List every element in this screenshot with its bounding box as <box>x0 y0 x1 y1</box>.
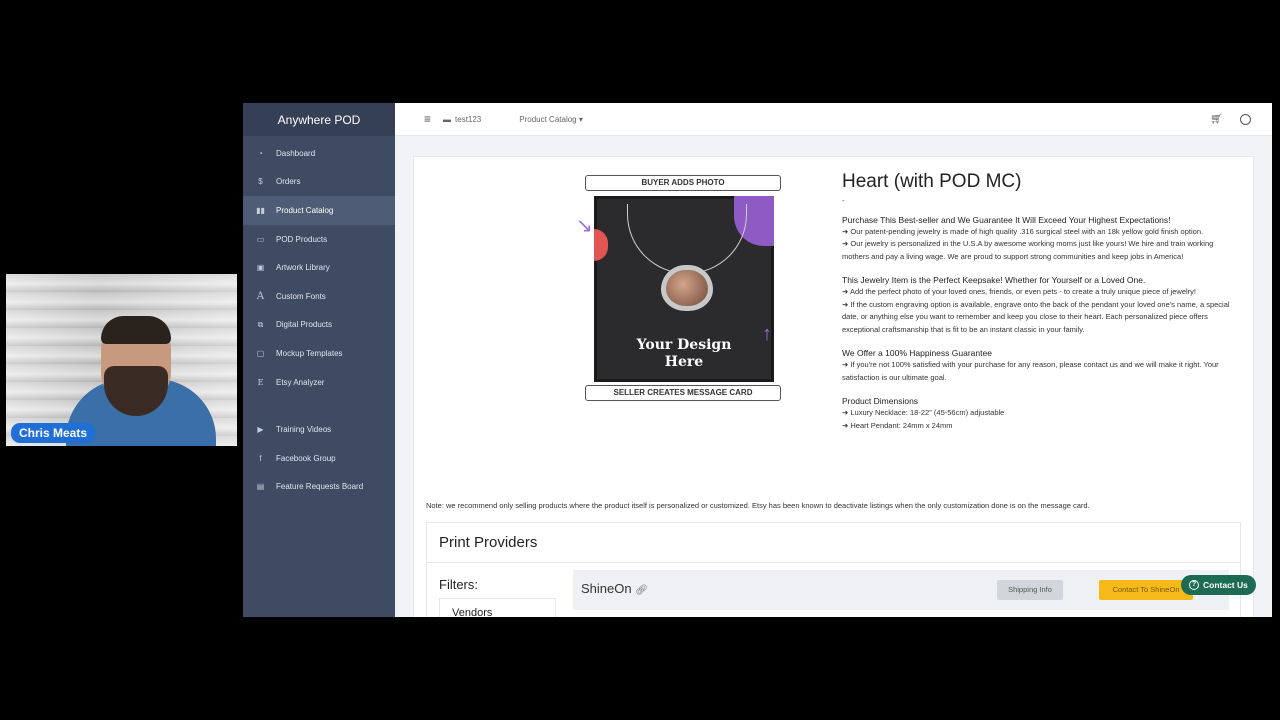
print-providers-title: Print Providers <box>427 523 1240 563</box>
sidebar-item-dashboard[interactable]: ◔ Dashboard <box>243 139 395 168</box>
image-icon: ▣ <box>256 263 265 273</box>
image-top-label: BUYER ADDS PHOTO <box>585 175 781 191</box>
contact-us-button[interactable]: ? Contact Us <box>1181 575 1256 595</box>
section-title: This Jewelry Item is the Perfect Keepsak… <box>842 275 1146 285</box>
presenter-name-tag: Chris Meats <box>11 423 96 443</box>
title-dash: - <box>842 196 845 205</box>
jewelry-box: Your Design Here <box>594 196 774 382</box>
product-detail-card: BUYER ADDS PHOTO Your Design Here ↘ ↑ SEL… <box>413 156 1254 617</box>
sidebar-item-artwork-library[interactable]: ▣ Artwork Library <box>243 253 395 282</box>
sidebar-item-label: Etsy Analyzer <box>276 377 325 387</box>
print-providers-panel: Print Providers Filters: Vendors ShineOn… <box>426 522 1241 617</box>
link-icon[interactable]: 🔗︎ <box>635 585 648 596</box>
section-title: We Offer a 100% Happiness Guarantee <box>842 348 992 358</box>
book-icon: ▮▮ <box>256 205 265 215</box>
sidebar-item-label: Orders <box>276 177 301 187</box>
listing-note: Note: we recommend only selling products… <box>426 501 1090 510</box>
sidebar-item-facebook-group[interactable]: f Facebook Group <box>243 444 395 473</box>
design-line-2: Here <box>664 354 704 370</box>
section-line: ➜ Heart Pendant: 24mm x 24mm <box>842 420 953 430</box>
sidebar-item-label: Digital Products <box>276 320 333 330</box>
sidebar-item-product-catalog[interactable]: ▮▮ Product Catalog <box>243 196 395 225</box>
section-title: Purchase This Best-seller and We Guarant… <box>842 214 1171 225</box>
truck-icon: ▭ <box>256 234 265 244</box>
product-description: Heart (with POD MC) - Purchase This Best… <box>842 171 1237 432</box>
section-title: Product Dimensions <box>842 396 919 406</box>
sidebar-item-custom-fonts[interactable]: A Custom Fonts <box>243 282 395 311</box>
brand-title[interactable]: Anywhere POD <box>243 103 395 136</box>
section-line: ➜ Our jewelry is personalized in the U.S… <box>842 239 1214 261</box>
sidebar-item-etsy-analyzer[interactable]: E Etsy Analyzer <box>243 368 395 397</box>
shipping-info-button[interactable]: Shipping Info <box>997 580 1063 600</box>
etsy-icon: E <box>257 377 264 387</box>
user-account-icon[interactable] <box>1240 113 1251 125</box>
section-line: ➜ If the custom engraving option is avai… <box>842 299 1230 334</box>
clipboard-icon: ▤ <box>256 482 265 492</box>
sidebar-item-label: Custom Fonts <box>276 291 326 301</box>
section-line: ➜ Our patent-pending jewelry is made of … <box>842 226 1204 236</box>
sidebar-item-label: Product Catalog <box>276 205 334 215</box>
sidebar-item-label: Feature Requests Board <box>276 482 364 492</box>
store-name: test123 <box>455 114 482 124</box>
sidebar-item-orders[interactable]: $ Orders <box>243 168 395 197</box>
cart-icon[interactable]: 🛒︎ <box>1210 114 1223 125</box>
sidebar-item-label: POD Products <box>276 234 328 244</box>
section-line: ➜ Add the perfect photo of your loved on… <box>842 287 1196 296</box>
dollar-icon: $ <box>258 177 263 187</box>
sidebar-item-pod-products[interactable]: ▭ POD Products <box>243 225 395 254</box>
sidebar-item-label: Dashboard <box>276 148 316 158</box>
images-icon: ⧉ <box>257 319 264 329</box>
contact-vendor-button[interactable]: Contact To ShineOn <box>1099 580 1193 600</box>
design-line-1: Your Design <box>636 337 732 353</box>
section-line: ➜ Luxury Necklace: 18-22" (45-56cm) adju… <box>842 408 1005 417</box>
sidebar-item-label: Artwork Library <box>276 263 330 273</box>
store-selector[interactable]: ▬ test123 <box>443 115 481 124</box>
vendors-filter[interactable]: Vendors <box>439 598 556 617</box>
sidebar-item-mockup-templates[interactable]: ▢ Mockup Templates <box>243 339 395 368</box>
sidebar-item-label: Mockup Templates <box>276 348 343 358</box>
sidebar-item-label: Training Videos <box>276 425 332 435</box>
filters-label: Filters: <box>439 577 478 592</box>
vendor-row: ShineOn 🔗︎ Shipping Info Contact To Shin… <box>573 570 1229 610</box>
sidebar-item-training-videos[interactable]: ▶ Training Videos <box>243 415 395 444</box>
font-icon: A <box>256 290 265 302</box>
product-image: BUYER ADDS PHOTO Your Design Here ↘ ↑ SEL… <box>576 173 784 401</box>
product-title: Heart (with POD MC) <box>842 171 1022 192</box>
sidebar: Anywhere POD ◔ Dashboard $ Orders ▮▮ Produc… <box>243 103 395 617</box>
question-icon: ? <box>1189 580 1199 590</box>
heart-pendant <box>661 265 713 311</box>
sidebar-item-feature-requests[interactable]: ▤ Feature Requests Board <box>243 473 395 502</box>
section-line: ➜ If you're not 100% satisfied with your… <box>842 360 1219 382</box>
frame-icon: ▢ <box>256 348 265 358</box>
webcam-video <box>6 274 237 446</box>
youtube-icon: ▶ <box>257 425 264 435</box>
dashboard-icon: ◔ <box>258 148 263 158</box>
sidebar-item-digital-products[interactable]: ⧉ Digital Products <box>243 311 395 340</box>
facebook-icon: f <box>259 453 262 463</box>
arrow-icon: ↘ <box>576 215 593 237</box>
sidebar-item-label: Facebook Group <box>276 453 336 463</box>
screen: Chris Meats Anywhere POD ◔ Dashboard $ Ord… <box>0 0 1280 720</box>
top-bar: ≡ ▬ test123 Product Catalog ▾ 🛒︎ <box>395 103 1272 136</box>
arrow-icon: ↑ <box>762 323 772 345</box>
app-window: Anywhere POD ◔ Dashboard $ Orders ▮▮ Produc… <box>243 103 1272 617</box>
store-icon: ▬ <box>443 114 452 124</box>
product-catalog-dropdown[interactable]: Product Catalog ▾ <box>519 115 583 124</box>
image-bottom-label: SELLER CREATES MESSAGE CARD <box>585 385 781 401</box>
hamburger-menu-icon[interactable]: ≡ <box>424 112 431 126</box>
vendor-name[interactable]: ShineOn 🔗︎ <box>581 581 648 596</box>
contact-us-label: Contact Us <box>1203 580 1248 590</box>
